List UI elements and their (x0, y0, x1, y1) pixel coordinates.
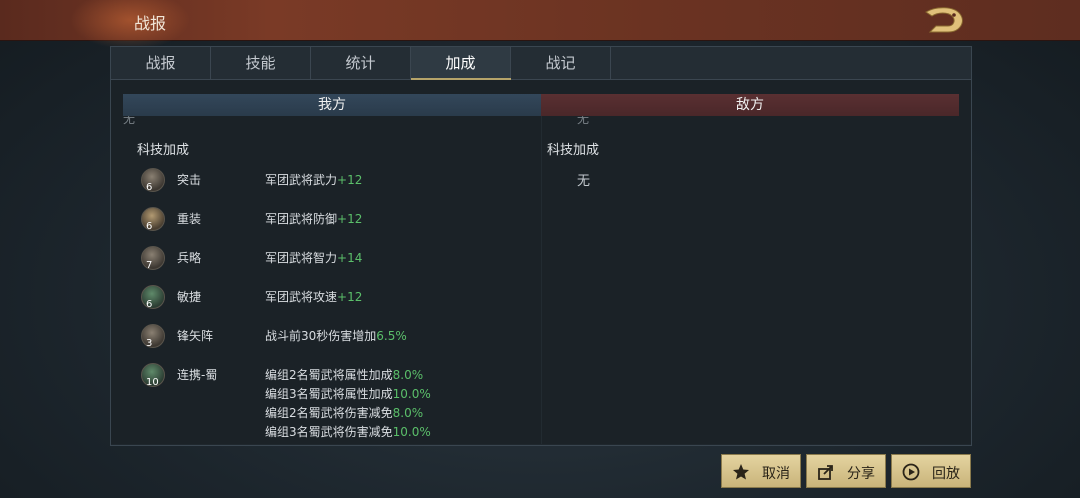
tech-effect-line: 编组3名蜀武将伤害减免10.0% (265, 425, 431, 439)
dragon-logo-icon[interactable] (920, 4, 970, 38)
arrow-formation-tech-icon: 3 (141, 324, 165, 349)
shu-link-tech-icon: 10 (141, 363, 165, 388)
tab-records[interactable]: 战记 (511, 47, 611, 79)
tech-effect: 军团武将武力+12 (265, 173, 363, 187)
enemy-none-text: 无 (577, 174, 591, 189)
agility-tech-icon: 6 (141, 285, 165, 310)
tech-effect: 军团武将攻速+12 (265, 290, 363, 304)
share-icon (818, 465, 833, 480)
tech-name: 兵略 (177, 251, 202, 265)
top-bar: 战报 (0, 0, 1080, 50)
star-icon (733, 464, 749, 480)
column-divider (541, 116, 542, 444)
replay-label: 回放 (932, 466, 960, 482)
tab-skills[interactable]: 技能 (211, 47, 311, 79)
share-label: 分享 (847, 466, 875, 482)
tech-name: 敏捷 (177, 290, 202, 304)
tech-name: 连携-蜀 (177, 368, 218, 382)
tech-effect: 军团武将防御+12 (265, 212, 363, 226)
bonus-content[interactable]: 无 无 我方 敌方 科技加成 科技加成 无 6 突击 军团武将武力+12 6 重… (111, 80, 971, 444)
cancel-label: 取消 (762, 466, 790, 482)
tech-effect-line: 编组2名蜀武将伤害减免8.0% (265, 406, 424, 420)
page-title: 战报 (134, 14, 167, 33)
tab-stats[interactable]: 统计 (311, 47, 411, 79)
bonus-row: 6 突击 军团武将武力+12 (141, 168, 541, 193)
bonus-row: 6 重装 军团武将防御+12 (141, 207, 541, 232)
tab-bar: 战报 技能 统计 加成 战记 (111, 47, 971, 80)
tab-report[interactable]: 战报 (111, 47, 211, 79)
strategy-tech-icon: 7 (141, 246, 165, 271)
assault-tech-icon: 6 (141, 168, 165, 193)
top-bar-glow (70, 0, 190, 50)
bonus-row: 7 兵略 军团武将智力+14 (141, 246, 541, 271)
report-panel: 战报 技能 统计 加成 战记 无 无 我方 敌方 科技加成 科技加成 无 6 突… (110, 46, 972, 446)
bonus-row: 10 连携-蜀 编组2名蜀武将属性加成8.0% 编组3名蜀武将属性加成10.0%… (141, 363, 541, 443)
enemy-side-header: 敌方 (541, 94, 959, 116)
tech-effect: 军团武将智力+14 (265, 251, 363, 265)
tech-name: 突击 (177, 173, 202, 187)
play-circle-icon (902, 463, 920, 481)
tech-effect-line: 编组3名蜀武将属性加成10.0% (265, 387, 431, 401)
tab-bonus[interactable]: 加成 (411, 47, 511, 80)
tech-name: 锋矢阵 (177, 329, 214, 343)
bonus-row: 6 敏捷 军团武将攻速+12 (141, 285, 541, 310)
bonus-row: 3 锋矢阵 战斗前30秒伤害增加6.5% (141, 324, 541, 349)
tech-effect: 战斗前30秒伤害增加6.5% (265, 329, 407, 343)
cancel-button[interactable]: 取消 (721, 454, 801, 488)
enemy-tech-bonus-label: 科技加成 (547, 143, 600, 158)
heavy-armor-tech-icon: 6 (141, 207, 165, 232)
replay-button[interactable]: 回放 (891, 454, 971, 488)
tech-name: 重装 (177, 212, 202, 226)
our-tech-bonus-label: 科技加成 (137, 143, 190, 158)
share-button[interactable]: 分享 (806, 454, 886, 488)
our-side-header: 我方 (123, 94, 541, 116)
tech-effect-line: 编组2名蜀武将属性加成8.0% (265, 368, 424, 382)
